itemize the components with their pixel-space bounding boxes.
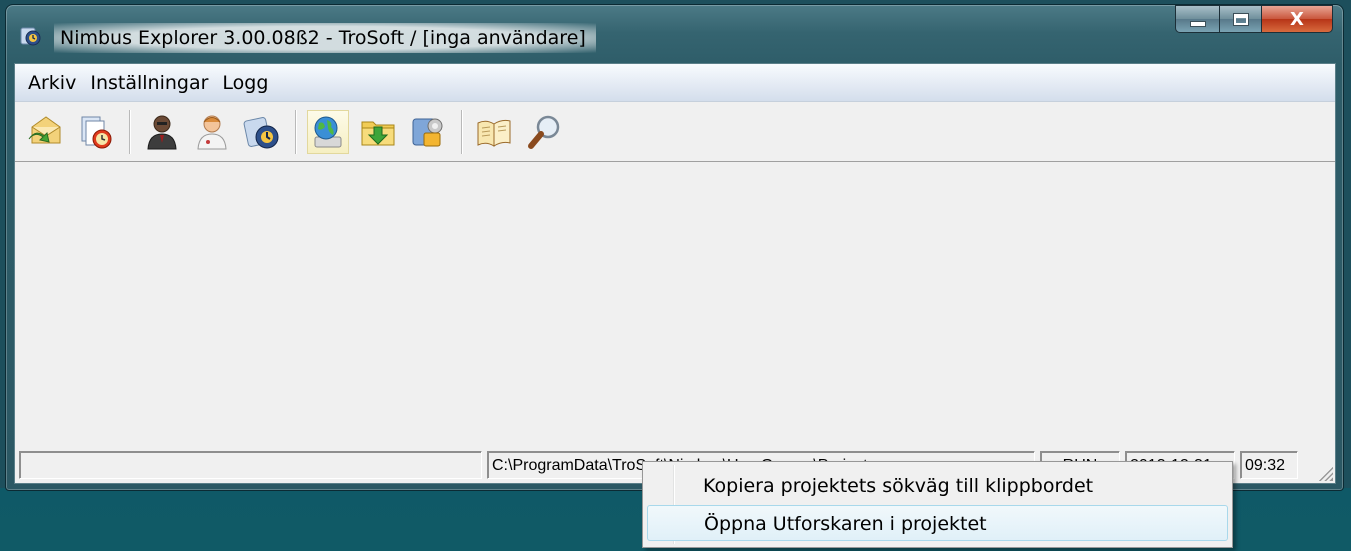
- window-title: Nimbus Explorer 3.00.08ß2 - TroSoft / [i…: [54, 23, 596, 53]
- book-icon: [477, 119, 511, 147]
- app-logo-icon: [243, 116, 279, 148]
- toolbar-button-magnifier[interactable]: [523, 110, 565, 154]
- minimize-button[interactable]: [1175, 5, 1219, 33]
- toolbar-button-globe-computer[interactable]: [307, 109, 349, 154]
- close-icon: X: [1290, 8, 1304, 30]
- toolbar-button-app-logo[interactable]: [241, 110, 283, 154]
- resize-grip[interactable]: [1317, 465, 1333, 481]
- status-panel-time: 09:32: [1240, 451, 1298, 479]
- mail-refresh-icon: [28, 115, 61, 143]
- close-button[interactable]: X: [1261, 5, 1333, 33]
- toolbar-button-folder-download[interactable]: [357, 110, 399, 154]
- toolbar-separator: [461, 109, 463, 154]
- user-dark-icon: [147, 115, 177, 149]
- toolbar-button-settings-key[interactable]: [407, 110, 449, 154]
- menu-item-open-explorer[interactable]: Öppna Utforskaren i projektet: [647, 505, 1228, 541]
- user-doctor-icon: [197, 115, 227, 149]
- folder-download-icon: [361, 121, 395, 145]
- globe-computer-icon: [314, 116, 342, 147]
- menu-item-copy-project-path[interactable]: Kopiera projektets sökväg till klippbord…: [647, 468, 1228, 504]
- title-bar[interactable]: Nimbus Explorer 3.00.08ß2 - TroSoft / [i…: [6, 5, 1343, 61]
- context-menu: Kopiera projektets sökväg till klippbord…: [642, 461, 1233, 548]
- toolbar-button-document-clock[interactable]: [75, 110, 117, 154]
- client-area: Arkiv Inställningar Logg 09:32: [14, 63, 1336, 484]
- toolbar-button-book[interactable]: [473, 110, 515, 154]
- document-clock-icon: [81, 116, 112, 148]
- maximize-button[interactable]: [1219, 5, 1261, 33]
- main-content-area: [15, 163, 1335, 447]
- toolbar-button-user-doctor[interactable]: [191, 110, 233, 154]
- status-panel-message: [19, 451, 482, 479]
- toolbar-button-user-dark[interactable]: [141, 110, 183, 154]
- toolbar-separator: [129, 109, 131, 154]
- settings-key-icon: [412, 118, 443, 146]
- toolbar-separator: [295, 109, 297, 154]
- minimize-icon: [1189, 21, 1206, 27]
- menu-arkiv[interactable]: Arkiv: [15, 67, 83, 99]
- toolbar: [15, 102, 1335, 162]
- toolbar-button-mail-refresh[interactable]: [25, 110, 67, 154]
- main-window: Nimbus Explorer 3.00.08ß2 - TroSoft / [i…: [5, 4, 1344, 491]
- menu-logg[interactable]: Logg: [215, 67, 275, 99]
- menu-installningar[interactable]: Inställningar: [83, 67, 215, 99]
- caption-buttons: X: [1175, 5, 1333, 35]
- menu-bar: Arkiv Inställningar Logg: [15, 64, 1335, 102]
- app-logo-icon[interactable]: [20, 25, 42, 47]
- maximize-icon: [1232, 12, 1249, 26]
- magnifier-icon: [528, 115, 560, 149]
